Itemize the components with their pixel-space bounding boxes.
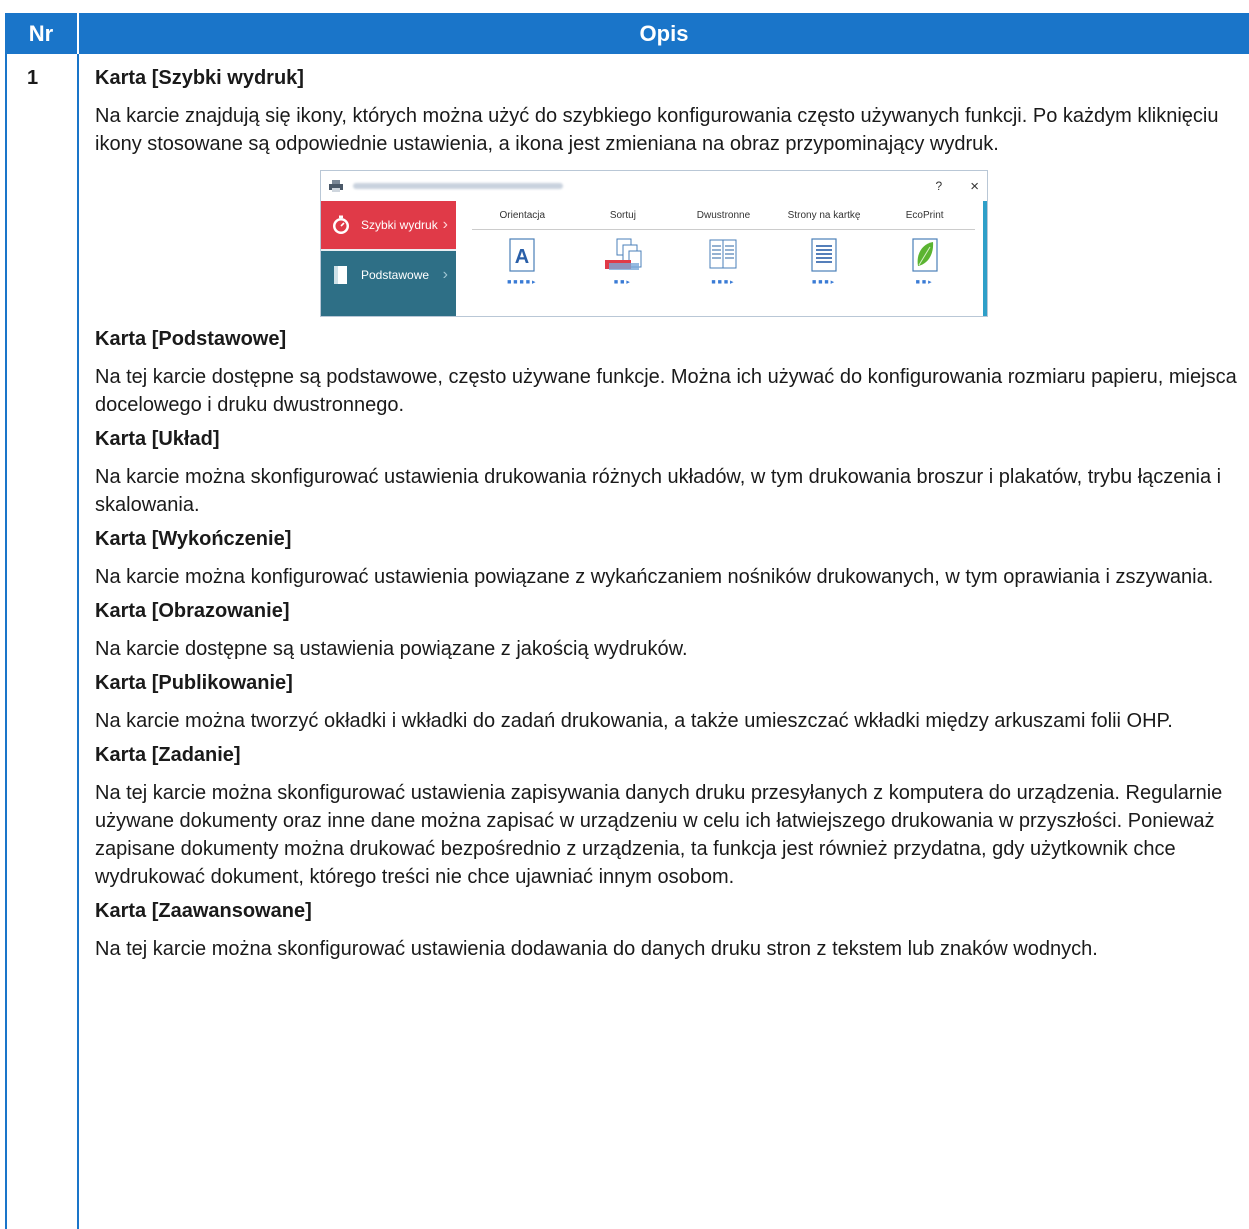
section-advanced: Karta [Zaawansowane] Na tej karcie można… <box>95 899 1241 963</box>
section-title: Karta [Podstawowe] <box>95 328 287 350</box>
section-publishing: Karta [Publikowanie] Na karcie można two… <box>95 671 1241 735</box>
section-text: Na karcie można skonfigurować ustawienia… <box>95 466 1222 516</box>
row-number: 1 <box>5 54 79 1229</box>
section-text: Na karcie dostępne są ustawienia powiąza… <box>95 638 688 660</box>
sidebar-label: Szybki wydruk <box>361 218 438 232</box>
section-title: Karta [Szybki wydruk] <box>95 67 304 89</box>
feature-icons: A ■■■■▸ ■■▸ ■■■▸ ■■■▸ ■■▸ <box>472 238 975 286</box>
option-dots: ■■■■▸ <box>507 279 538 286</box>
close-button[interactable]: × <box>970 178 979 195</box>
table-row: 1 Karta [Szybki wydruk] Na karcie znajdu… <box>5 54 1249 1229</box>
section-finishing: Karta [Wykończenie] Na karcie można konf… <box>95 527 1241 591</box>
description-table: Nr Opis 1 Karta [Szybki wydruk] Na karci… <box>5 13 1249 1229</box>
section-imaging: Karta [Obrazowanie] Na karcie dostępne s… <box>95 599 1241 663</box>
section-title: Karta [Układ] <box>95 428 220 450</box>
sidebar-item-quick-print[interactable]: Szybki wydruk › <box>321 201 456 249</box>
section-text: Na karcie znajdują się ikony, których mo… <box>95 105 1219 155</box>
section-title: Karta [Wykończenie] <box>95 528 292 550</box>
page-icon <box>334 266 347 284</box>
option-dots: ■■■▸ <box>811 279 837 286</box>
collate-option[interactable]: ■■▸ <box>573 238 674 286</box>
window-titlebar: ? × <box>321 171 987 201</box>
ecoprint-option[interactable]: ■■▸ <box>874 238 975 286</box>
ecoprint-leaf-icon <box>912 238 938 272</box>
window-title-blurred <box>353 183 563 189</box>
chevron-right-icon: › <box>442 216 448 233</box>
option-dots: ■■▸ <box>613 279 632 286</box>
section-title: Karta [Obrazowanie] <box>95 600 290 622</box>
row-description: Karta [Szybki wydruk] Na karcie znajdują… <box>79 54 1249 1229</box>
pages-per-sheet-icon <box>811 238 837 272</box>
section-text: Na karcie można tworzyć okładki i wkładk… <box>95 710 1173 732</box>
section-title: Karta [Publikowanie] <box>95 672 293 694</box>
section-basic: Karta [Podstawowe] Na tej karcie dostępn… <box>95 327 1241 419</box>
section-text: Na tej karcie można skonfigurować ustawi… <box>95 782 1223 888</box>
pages-per-sheet-option[interactable]: ■■■▸ <box>774 238 875 286</box>
table-header: Nr Opis <box>5 13 1249 54</box>
feature-label: Dwustronne <box>696 209 751 221</box>
duplex-icon <box>709 239 737 269</box>
orientation-icon: A <box>509 238 535 272</box>
section-layout: Karta [Układ] Na karcie można skonfiguro… <box>95 427 1241 519</box>
feature-label: Orientacja <box>499 209 546 221</box>
section-text: Na karcie można konfigurować ustawienia … <box>95 566 1214 588</box>
collate-icon <box>604 238 642 270</box>
section-title: Karta [Zaawansowane] <box>95 900 312 922</box>
driver-screenshot: ? × Szybki wydruk › Podstawowe › Orienta… <box>320 170 988 317</box>
quick-print-panel: Orientacja Sortuj Dwustronne Strony na k… <box>472 201 975 316</box>
section-quick-print: Karta [Szybki wydruk] Na karcie znajdują… <box>95 66 1241 158</box>
window-edge <box>983 201 987 316</box>
orientation-option[interactable]: A ■■■■▸ <box>472 238 573 286</box>
help-button[interactable]: ? <box>936 179 943 193</box>
driver-sidebar: Szybki wydruk › Podstawowe › <box>321 201 456 316</box>
option-dots: ■■■▸ <box>711 279 736 286</box>
feature-labels: Orientacja Sortuj Dwustronne Strony na k… <box>472 201 975 230</box>
svg-text:A: A <box>515 246 529 268</box>
tab-sections: Karta [Podstawowe] Na tej karcie dostępn… <box>95 327 1241 963</box>
stopwatch-icon <box>333 215 349 234</box>
section-title: Karta [Zadanie] <box>95 744 241 766</box>
sidebar-item-basic[interactable]: Podstawowe › <box>321 251 456 299</box>
feature-label: Sortuj <box>609 209 636 221</box>
duplex-option[interactable]: ■■■▸ <box>673 238 774 286</box>
printer-icon <box>329 180 343 192</box>
feature-label: EcoPrint <box>905 209 944 221</box>
option-dots: ■■▸ <box>915 279 934 286</box>
section-job: Karta [Zadanie] Na tej karcie można skon… <box>95 743 1241 891</box>
sidebar-label: Podstawowe <box>361 268 430 282</box>
chevron-right-icon: › <box>442 266 448 283</box>
header-description: Opis <box>639 20 689 46</box>
section-text: Na tej karcie można skonfigurować ustawi… <box>95 938 1098 960</box>
feature-label: Strony na kartkę <box>787 209 861 221</box>
header-nr: Nr <box>5 13 79 54</box>
section-text: Na tej karcie dostępne są podstawowe, cz… <box>95 366 1237 416</box>
